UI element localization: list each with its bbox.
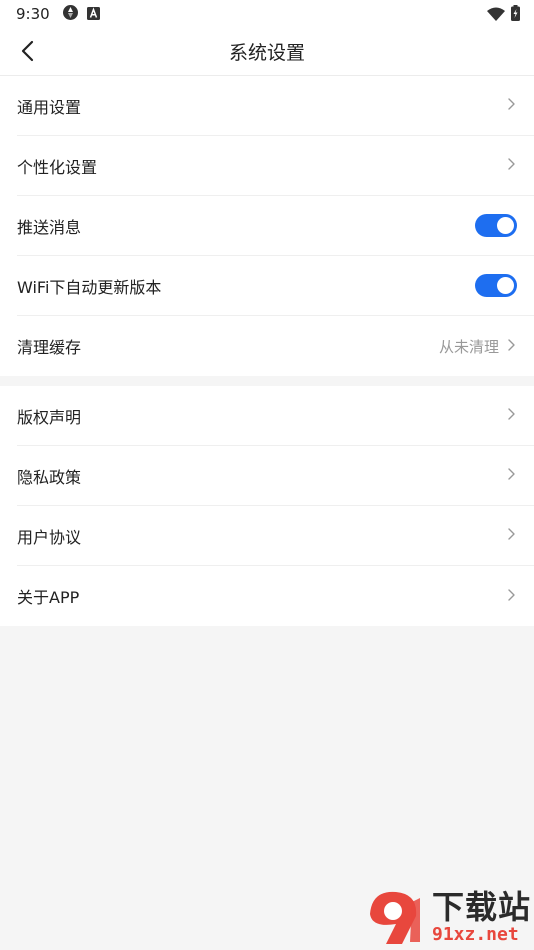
row-label: 用户协议 [17,527,82,547]
settings-group-main: 通用设置 个性化设置 推送消息 WiFi下自动更新版本 清理缓存 从未清理 [0,76,534,376]
row-label: 隐私政策 [17,467,82,487]
push-message-row: 推送消息 [17,196,534,256]
chevron-right-icon [505,337,517,356]
a-box-icon [86,5,100,24]
row-label: 关于APP [17,588,80,607]
back-button[interactable] [10,36,44,70]
chevron-right-icon [505,96,517,115]
row-label: 通用设置 [17,97,82,117]
push-message-toggle[interactable] [475,214,517,237]
watermark-title: 下载站 [432,888,532,926]
wifi-icon [487,6,505,25]
chevron-right-icon [505,587,517,606]
chevron-left-icon [20,40,34,66]
watermark-logo-icon [362,884,428,950]
status-time: 9:30 [16,5,50,23]
privacy-policy-row[interactable]: 隐私政策 [17,446,534,506]
about-app-row[interactable]: 关于APP [17,566,534,626]
app-bar: 系统设置 [0,28,534,76]
clear-cache-row[interactable]: 清理缓存 从未清理 [17,316,534,376]
personalization-settings-row[interactable]: 个性化设置 [17,136,534,196]
chevron-right-icon [505,156,517,175]
row-label: 清理缓存 [17,338,82,357]
user-agreement-row[interactable]: 用户协议 [17,506,534,566]
watermark-url: 91xz.net [432,924,519,945]
aperture-icon [62,4,79,25]
chevron-right-icon [505,466,517,485]
watermark: 下载站 91xz.net [362,886,534,950]
row-label: 个性化设置 [17,157,98,177]
page-title: 系统设置 [228,42,305,64]
chevron-right-icon [505,526,517,545]
settings-group-legal: 版权声明 隐私政策 用户协议 关于APP [0,386,534,626]
toggle-knob [497,277,514,294]
copyright-row[interactable]: 版权声明 [17,386,534,446]
row-label: 推送消息 [17,217,82,237]
wifi-auto-update-toggle[interactable] [475,274,517,297]
general-settings-row[interactable]: 通用设置 [17,76,534,136]
battery-charging-icon [511,5,520,25]
wifi-auto-update-row: WiFi下自动更新版本 [17,256,534,316]
toggle-knob [497,217,514,234]
chevron-right-icon [505,406,517,425]
cache-status: 从未清理 [438,337,499,356]
row-label: WiFi下自动更新版本 [17,277,162,297]
row-label: 版权声明 [17,407,82,427]
status-bar: 9:30 [0,0,534,28]
